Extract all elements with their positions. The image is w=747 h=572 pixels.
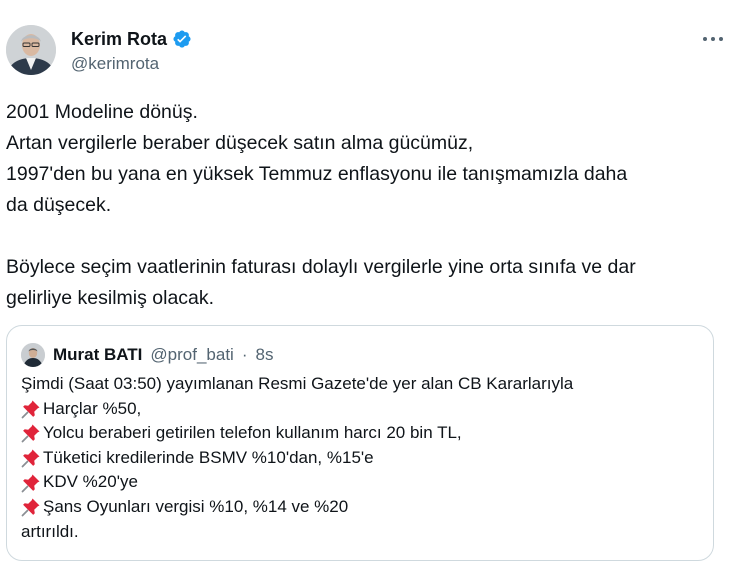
pushpin-emoji-icon [21, 424, 40, 443]
tweet-line: Artan vergilerle beraber düşecek satın a… [6, 132, 474, 154]
quoted-intro-text: Şimdi (Saat 03:50) yayımlanan Resmi Gaze… [21, 374, 574, 393]
list-item: Şans Oyunları vergisi %10, %14 ve %20 [21, 495, 701, 520]
tweet-line: gelirliye kesilmiş olacak. [6, 287, 215, 309]
author-name-row: Kerim Rota [71, 28, 192, 50]
list-item: Yolcu beraberi getirilen telefon kullanı… [21, 421, 701, 446]
author-avatar[interactable] [6, 25, 56, 75]
list-item-text: Tüketici kredilerinde BSMV %10'dan, %15'… [43, 447, 374, 467]
author-display-name[interactable]: Kerim Rota [71, 28, 167, 50]
author-handle[interactable]: @kerimrota [71, 53, 159, 75]
pushpin-emoji-icon [21, 474, 40, 493]
more-options-button[interactable] [699, 26, 727, 52]
separator-dot: · [241, 345, 248, 364]
tweet-line: Böylece seçim vaatlerinin faturası dolay… [6, 256, 636, 278]
list-item: KDV %20'ye [21, 470, 701, 495]
verified-badge-icon[interactable] [172, 29, 192, 49]
tweet-text: 2001 Modeline dönüş. Artan vergilerle be… [6, 97, 726, 314]
quoted-author-avatar [21, 343, 45, 367]
tweet-line: da düşecek. [6, 194, 112, 216]
quoted-author-name: Murat BATI [53, 345, 143, 364]
quoted-tweet-header: Murat BATI @prof_bati · 8s [21, 343, 273, 367]
list-item-text: Harçlar %50, [43, 398, 142, 418]
pushpin-emoji-icon [21, 498, 40, 517]
quoted-tweet-time: 8s [255, 345, 274, 364]
pushpin-emoji-icon [21, 400, 40, 419]
list-item: Tüketici kredilerinde BSMV %10'dan, %15'… [21, 446, 701, 471]
list-item-text: Yolcu beraberi getirilen telefon kullanı… [43, 423, 462, 443]
tweet-line: 1997'den bu yana en yüksek Temmuz enflas… [6, 163, 628, 185]
quoted-author-handle: @prof_bati [150, 345, 234, 364]
tweet-line: 2001 Modeline dönüş. [6, 101, 198, 123]
pushpin-emoji-icon [21, 449, 40, 468]
quoted-outro-text: artırıldı. [21, 521, 79, 541]
list-item-text: KDV %20'ye [43, 472, 138, 492]
more-options-icon [703, 37, 723, 41]
quoted-tweet-text: Şimdi (Saat 03:50) yayımlanan Resmi Gaze… [21, 372, 701, 544]
list-item: Harçlar %50, [21, 397, 701, 422]
list-item-text: Şans Oyunları vergisi %10, %14 ve %20 [43, 496, 349, 516]
quoted-tweet-card[interactable]: Murat BATI @prof_bati · 8s Şimdi (Saat 0… [6, 325, 714, 561]
quoted-intro: Şimdi (Saat 03:50) yayımlanan Resmi Gaze… [21, 372, 701, 397]
tweet-header: Kerim Rota @kerimrota [0, 0, 747, 90]
quoted-outro: artırıldı. [21, 520, 701, 545]
